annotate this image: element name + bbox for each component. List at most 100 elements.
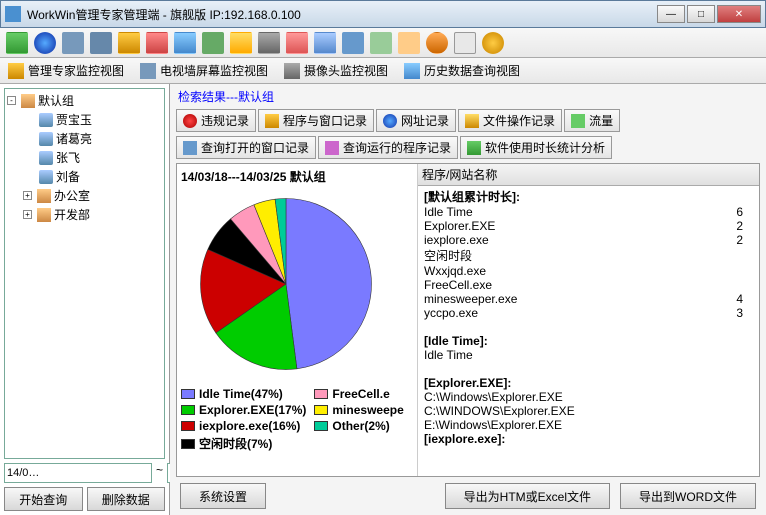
tab-flow[interactable]: 流量 [564, 109, 620, 132]
url-icon [383, 114, 397, 128]
tab-running-programs[interactable]: 查询运行的程序记录 [318, 136, 458, 159]
toolbar-icon-1[interactable] [6, 32, 28, 54]
chart-legend: Idle Time(47%) FreeCell.e Explorer.EXE(1… [181, 387, 413, 452]
maximize-button[interactable]: □ [687, 5, 715, 23]
tree-group-default[interactable]: -默认组 [7, 91, 162, 110]
main-area: -默认组 贾宝玉 诸葛亮 张飞 刘备 +办公室 +开发部 ~ 开始查询 删除数据… [0, 84, 766, 515]
tree-client-3[interactable]: 刘备 [7, 167, 162, 186]
pc-icon [39, 132, 53, 146]
list-group-idle: [Idle Time]: [424, 334, 753, 348]
view-history[interactable]: 历史数据查询视图 [404, 62, 520, 79]
window-title: WorkWin管理专家管理端 - 旗舰版 IP:192.168.0.100 [27, 6, 657, 23]
export-bar: 系统设置 导出为HTM或Excel文件 导出到WORD文件 [172, 479, 764, 513]
running-icon [325, 141, 339, 155]
view-tvwall-icon [140, 63, 156, 79]
toolbar-icon-18[interactable] [482, 32, 504, 54]
tab-label: 网址记录 [401, 112, 449, 129]
tree-label: 刘备 [56, 168, 80, 185]
toolbar-icon-7[interactable] [174, 32, 196, 54]
tab-url[interactable]: 网址记录 [376, 109, 456, 132]
toolbar-icon-8[interactable] [202, 32, 224, 54]
delete-data-button[interactable]: 删除数据 [87, 487, 166, 511]
tree-client-2[interactable]: 张飞 [7, 148, 162, 167]
tree-group-office[interactable]: + 办公室 [7, 186, 162, 205]
legend-mines: minesweepe [314, 403, 413, 417]
view-history-label: 历史数据查询视图 [424, 62, 520, 79]
tree-client-1[interactable]: 诸葛亮 [7, 129, 162, 148]
tree-group-dev[interactable]: +开发部 [7, 205, 162, 224]
tab-open-windows[interactable]: 查询打开的窗口记录 [176, 136, 316, 159]
list-body[interactable]: [默认组累计时长]: Idle Time6 Explorer.EXE2 iexp… [418, 186, 759, 476]
view-tvwall-label: 电视墙屏幕监控视图 [160, 62, 268, 79]
list-blank [424, 362, 753, 376]
system-settings-button[interactable]: 系统设置 [180, 483, 266, 509]
list-row: Idle Time [424, 348, 753, 362]
tree-label: 张飞 [56, 149, 80, 166]
record-tab-row1: 违规记录 程序与窗口记录 网址记录 文件操作记录 流量 [172, 107, 764, 134]
window-controls: — □ ✕ [657, 5, 761, 23]
list-blank [424, 320, 753, 334]
client-tree[interactable]: -默认组 贾宝玉 诸葛亮 张飞 刘备 + 办公室 +开发部 [4, 88, 165, 459]
view-camera-label: 摄像头监控视图 [304, 62, 388, 79]
violation-icon [183, 114, 197, 128]
toolbar-icon-13[interactable] [342, 32, 364, 54]
toolbar-icon-14[interactable] [370, 32, 392, 54]
tab-file[interactable]: 文件操作记录 [458, 109, 562, 132]
view-camera-icon [284, 63, 300, 79]
toolbar-icon-5[interactable] [118, 32, 140, 54]
toolbar-icon-17[interactable] [454, 32, 476, 54]
list-row: Wxxjqd.exe [424, 264, 753, 278]
list-row: C:\WINDOWS\Explorer.EXE [424, 404, 753, 418]
list-row: E:\Windows\Explorer.EXE [424, 418, 753, 432]
toolbar-icon-2[interactable] [34, 32, 56, 54]
list-header[interactable]: 程序/网站名称 [418, 164, 759, 186]
list-row: 空闲时段 [424, 247, 753, 264]
legend-swatch [314, 389, 328, 399]
list-row: FreeCell.exe [424, 278, 753, 292]
tab-violation[interactable]: 违规记录 [176, 109, 256, 132]
collapse-icon[interactable]: - [7, 96, 16, 105]
toolbar-icon-16[interactable] [426, 32, 448, 54]
legend-swatch [314, 405, 328, 415]
start-query-button[interactable]: 开始查询 [4, 487, 83, 511]
expand-icon[interactable]: + [23, 210, 32, 219]
legend-text: 空闲时段(7%) [199, 435, 272, 452]
legend-other: Other(2%) [314, 419, 413, 433]
app-icon [5, 6, 21, 22]
minimize-button[interactable]: — [657, 5, 685, 23]
query-button-row: 开始查询 删除数据 [4, 487, 165, 511]
export-word-button[interactable]: 导出到WORD文件 [620, 483, 756, 509]
legend-swatch [181, 421, 195, 431]
view-expert-label: 管理专家监控视图 [28, 62, 124, 79]
toolbar-icon-11[interactable] [286, 32, 308, 54]
legend-text: iexplore.exe(16%) [199, 419, 300, 433]
program-icon [265, 114, 279, 128]
toolbar-icon-15[interactable] [398, 32, 420, 54]
tree-label: 诸葛亮 [56, 130, 92, 147]
pc-icon [39, 151, 53, 165]
toolbar-icon-12[interactable] [314, 32, 336, 54]
file-icon [465, 114, 479, 128]
view-tvwall[interactable]: 电视墙屏幕监控视图 [140, 62, 268, 79]
tab-label: 流量 [589, 112, 613, 129]
close-button[interactable]: ✕ [717, 5, 761, 23]
toolbar-icon-9[interactable] [230, 32, 252, 54]
tab-label: 程序与窗口记录 [283, 112, 367, 129]
toolbar-icon-3[interactable] [62, 32, 84, 54]
tree-client-0[interactable]: 贾宝玉 [7, 110, 162, 129]
tab-usage-stats[interactable]: 软件使用时长统计分析 [460, 136, 612, 159]
list-group-explorer: [Explorer.EXE]: [424, 376, 753, 390]
toolbar-icon-6[interactable] [146, 32, 168, 54]
tree-label: 办公室 [54, 187, 90, 204]
toolbar-icon-4[interactable] [90, 32, 112, 54]
tree-label: 贾宝玉 [56, 111, 92, 128]
date-from[interactable] [4, 463, 152, 483]
view-expert[interactable]: 管理专家监控视图 [8, 62, 124, 79]
expand-icon[interactable]: + [23, 191, 32, 200]
toolbar-icon-10[interactable] [258, 32, 280, 54]
tab-program[interactable]: 程序与窗口记录 [258, 109, 374, 132]
view-camera[interactable]: 摄像头监控视图 [284, 62, 388, 79]
record-tab-row2: 查询打开的窗口记录 查询运行的程序记录 软件使用时长统计分析 [172, 134, 764, 161]
titlebar: WorkWin管理专家管理端 - 旗舰版 IP:192.168.0.100 — … [0, 0, 766, 28]
export-excel-button[interactable]: 导出为HTM或Excel文件 [445, 483, 610, 509]
